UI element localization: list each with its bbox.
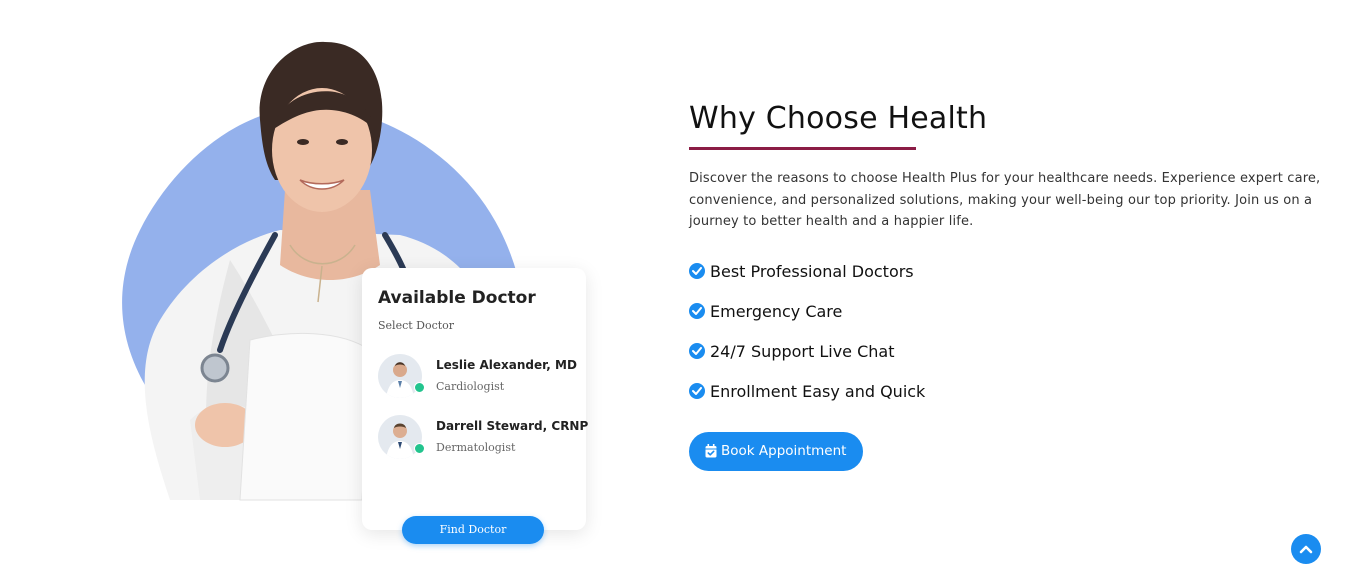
doctor-specialty: Cardiologist — [436, 380, 505, 393]
find-doctor-button[interactable]: Find Doctor — [402, 516, 544, 544]
book-appointment-button[interactable]: Book Appointment — [689, 432, 863, 471]
online-status-dot — [414, 382, 425, 393]
why-choose-section: Available Doctor Select Doctor Leslie Al… — [0, 0, 1353, 586]
book-appointment-label: Book Appointment — [721, 443, 847, 459]
feature-label: 24/7 Support Live Chat — [710, 342, 895, 361]
feature-label: Enrollment Easy and Quick — [710, 382, 926, 401]
feature-label: Emergency Care — [710, 302, 843, 321]
feature-label: Best Professional Doctors — [710, 262, 914, 281]
chevron-up-icon — [1299, 545, 1313, 554]
doctor-name: Darrell Steward, CRNP — [436, 419, 589, 433]
hero-illustration: Available Doctor Select Doctor Leslie Al… — [100, 30, 600, 550]
doctor-specialty: Dermatologist — [436, 441, 516, 454]
check-circle-icon — [689, 343, 705, 359]
card-subtitle: Select Doctor — [378, 319, 455, 332]
card-title: Available Doctor — [378, 288, 536, 308]
check-circle-icon — [689, 263, 705, 279]
check-circle-icon — [689, 303, 705, 319]
calendar-check-icon — [705, 444, 717, 462]
doctor-name: Leslie Alexander, MD — [436, 358, 577, 372]
doctor-list-item[interactable]: Darrell Steward, CRNP Dermatologist — [378, 415, 588, 463]
heading-underline — [689, 147, 916, 150]
online-status-dot — [414, 443, 425, 454]
doctor-list-item[interactable]: Leslie Alexander, MD Cardiologist — [378, 354, 578, 402]
available-doctor-card: Available Doctor Select Doctor Leslie Al… — [362, 268, 588, 544]
check-circle-icon — [689, 383, 705, 399]
scroll-to-top-button[interactable] — [1291, 534, 1321, 564]
section-heading: Why Choose Health — [689, 101, 988, 136]
section-description: Discover the reasons to choose Health Pl… — [689, 171, 1321, 229]
